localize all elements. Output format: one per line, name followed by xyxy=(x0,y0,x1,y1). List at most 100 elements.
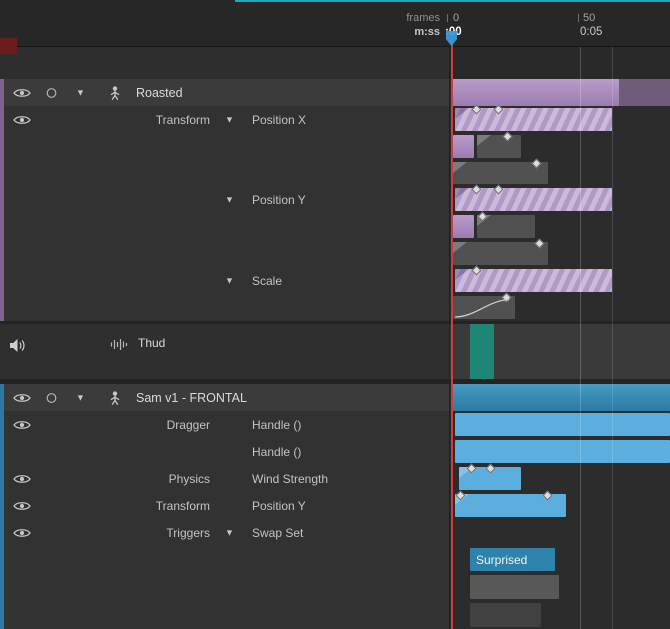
keyframe-diamond[interactable] xyxy=(471,265,482,276)
keyframe-diamond[interactable] xyxy=(493,104,504,115)
track-lane[interactable] xyxy=(450,384,670,411)
sub-row xyxy=(0,292,670,321)
track-header[interactable]: Transform ▼ Position X xyxy=(0,106,450,133)
track-color-strip xyxy=(0,546,4,573)
track-lane[interactable] xyxy=(450,47,670,79)
track-lane[interactable] xyxy=(450,104,670,133)
take-bar[interactable] xyxy=(470,603,541,627)
take-bar[interactable] xyxy=(455,440,670,463)
track-lane[interactable] xyxy=(450,463,670,492)
track-lane[interactable] xyxy=(450,324,670,379)
visibility-toggle[interactable] xyxy=(13,500,31,511)
track-lane[interactable] xyxy=(450,184,670,213)
prop-row: Dragger Handle () xyxy=(0,411,670,438)
take-bar[interactable] xyxy=(453,238,548,265)
prop-row: Transform Position Y xyxy=(0,490,670,519)
visibility-toggle[interactable] xyxy=(13,87,31,98)
audio-row: Thud xyxy=(0,324,670,379)
track-header[interactable]: Handle () xyxy=(0,438,450,465)
dropdown-toggle[interactable]: ▼ xyxy=(225,276,234,285)
take-start-wedge xyxy=(455,108,469,119)
dropdown-toggle[interactable]: ▼ xyxy=(225,115,234,124)
time-ruler[interactable]: frames m:ss 0 50 :00 0:05 xyxy=(0,0,670,54)
prop-row: Transform ▼ Position X xyxy=(0,104,670,133)
track-lane[interactable]: Surprised xyxy=(450,546,670,573)
track-header[interactable]: Triggers ▼ Swap Set xyxy=(0,519,450,546)
track-lane[interactable] xyxy=(450,573,670,601)
take-bar[interactable] xyxy=(455,413,670,436)
record-toggle[interactable] xyxy=(46,87,57,98)
track-header[interactable]: ▼ Scale xyxy=(0,267,450,294)
track-header[interactable]: ▼ Position Y xyxy=(0,186,450,213)
take-bar[interactable] xyxy=(453,292,515,319)
behavior-name: Transform xyxy=(155,112,210,127)
visibility-toggle[interactable] xyxy=(13,473,31,484)
track-lane[interactable] xyxy=(450,211,670,240)
take-bar[interactable] xyxy=(477,211,535,238)
take-bar[interactable] xyxy=(619,79,670,106)
visibility-toggle[interactable] xyxy=(13,392,31,403)
track-rows: ▼ Roasted Transform ▼ Position X ▼ Position Y ▼… xyxy=(0,47,670,629)
take-bar[interactable] xyxy=(470,575,559,599)
track-lane[interactable] xyxy=(450,601,670,629)
track-header[interactable]: Dragger Handle () xyxy=(0,411,450,438)
take-bar[interactable] xyxy=(455,265,612,292)
ruler-tick-50 xyxy=(578,14,579,22)
take-bar[interactable] xyxy=(453,215,474,238)
take-bar[interactable] xyxy=(453,135,474,158)
track-lane[interactable] xyxy=(450,519,670,546)
track-header[interactable]: Transform Position Y xyxy=(0,492,450,519)
keyframe-diamond[interactable] xyxy=(534,238,545,249)
keyframe-diamond[interactable] xyxy=(531,158,542,169)
keyframe-diamond[interactable] xyxy=(471,104,482,115)
track-lane[interactable] xyxy=(450,292,670,321)
take-bar[interactable] xyxy=(453,158,548,184)
take-start-wedge xyxy=(453,162,467,173)
track-lane[interactable] xyxy=(450,158,670,186)
take-bar[interactable] xyxy=(453,79,619,106)
take-bar[interactable] xyxy=(459,463,521,490)
collapse-toggle[interactable]: ▼ xyxy=(76,393,85,402)
visibility-toggle[interactable] xyxy=(13,114,31,125)
ruler-tick-0 xyxy=(447,14,448,22)
keyframe-diamond[interactable] xyxy=(471,184,482,195)
keyframe-diamond[interactable] xyxy=(493,184,504,195)
sub-row xyxy=(0,238,670,267)
dropdown-toggle[interactable]: ▼ xyxy=(225,195,234,204)
dropdown-toggle[interactable]: ▼ xyxy=(225,528,234,537)
take-bar[interactable] xyxy=(455,490,566,517)
group-row: ▼ Roasted xyxy=(0,79,670,106)
track-lane[interactable] xyxy=(450,131,670,160)
track-lane[interactable] xyxy=(450,490,670,519)
puppet-icon xyxy=(109,85,121,100)
track-color-strip xyxy=(0,438,4,465)
keyframe-diamond[interactable] xyxy=(485,463,496,474)
take-bar[interactable] xyxy=(455,184,612,211)
take-bar[interactable] xyxy=(470,324,494,379)
record-toggle[interactable] xyxy=(46,392,57,403)
track-header[interactable]: ▼ Sam v1 - FRONTAL xyxy=(0,384,450,411)
keyframe-diamond[interactable] xyxy=(502,131,513,142)
track-name: Sam v1 - FRONTAL xyxy=(136,390,247,405)
trigger-bar[interactable]: Surprised xyxy=(470,548,555,571)
prop-row: Triggers ▼ Swap Set xyxy=(0,519,670,546)
visibility-toggle[interactable] xyxy=(13,527,31,538)
track-lane[interactable] xyxy=(450,238,670,267)
collapse-toggle[interactable]: ▼ xyxy=(76,88,85,97)
track-lane[interactable] xyxy=(450,438,670,465)
mute-toggle[interactable] xyxy=(9,338,27,353)
track-lane[interactable] xyxy=(450,79,670,106)
active-panel-accent xyxy=(235,0,670,2)
track-header[interactable]: Thud xyxy=(0,324,450,379)
time-value-5: 0:05 xyxy=(580,26,603,38)
track-header[interactable]: ▼ Roasted xyxy=(0,79,450,106)
track-lane[interactable] xyxy=(450,265,670,294)
visibility-toggle[interactable] xyxy=(13,419,31,430)
keyframe-diamond[interactable] xyxy=(542,490,553,501)
track-header[interactable]: Physics Wind Strength xyxy=(0,465,450,492)
take-bar[interactable] xyxy=(477,131,521,158)
track-color-strip xyxy=(0,294,4,321)
track-lane[interactable] xyxy=(450,411,670,438)
take-bar[interactable] xyxy=(453,384,670,411)
take-bar[interactable] xyxy=(455,104,612,131)
